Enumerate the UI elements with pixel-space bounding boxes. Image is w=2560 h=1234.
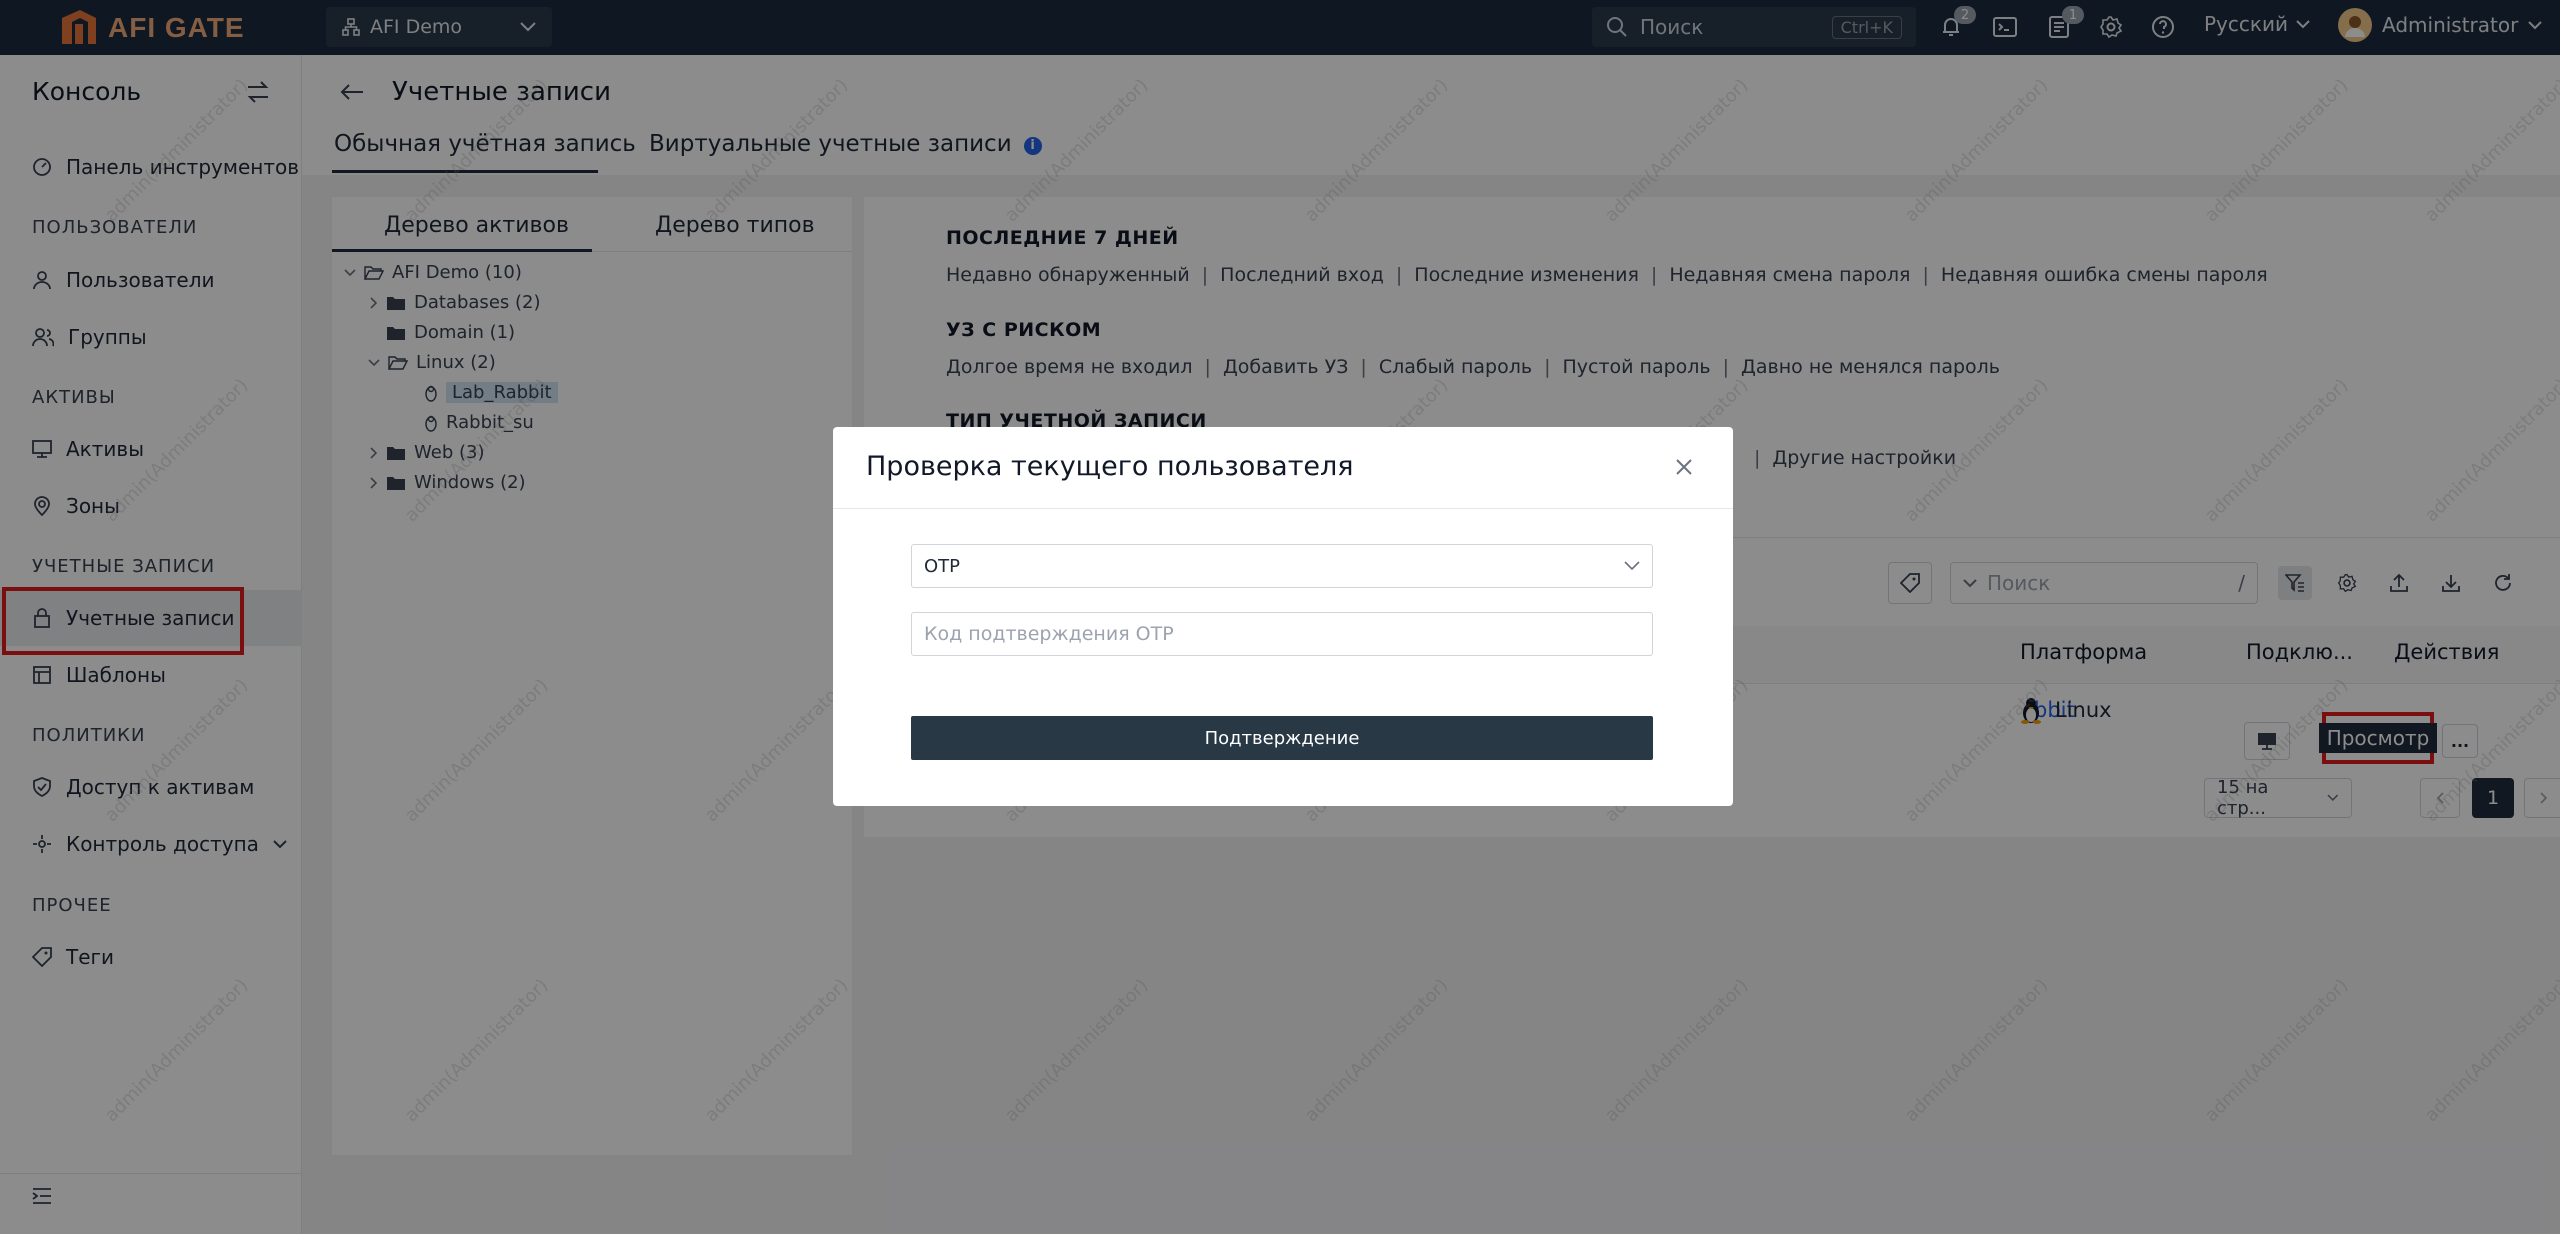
dialog-title: Проверка текущего пользователя bbox=[866, 451, 1354, 482]
verification-method-select[interactable]: OTP bbox=[911, 544, 1653, 588]
verification-method-value: OTP bbox=[924, 555, 961, 577]
chevron-down-icon bbox=[1624, 561, 1640, 571]
dialog-divider bbox=[833, 508, 1733, 509]
close-icon bbox=[1676, 459, 1692, 475]
verify-user-dialog: Проверка текущего пользователя OTP Подтв… bbox=[833, 427, 1733, 806]
close-button[interactable] bbox=[1675, 453, 1693, 483]
confirm-button[interactable]: Подтверждение bbox=[911, 716, 1653, 760]
otp-code-input[interactable] bbox=[911, 612, 1653, 656]
